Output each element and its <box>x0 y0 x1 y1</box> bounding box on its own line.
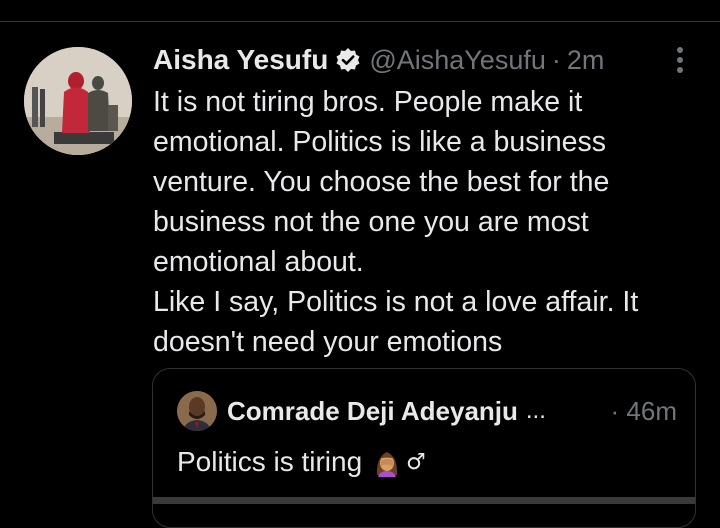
tweet-timestamp[interactable]: 2m <box>567 45 605 76</box>
tweet-text-line: Like I say, Politics is not a love affai… <box>153 286 639 318</box>
quoted-author-ellipsis: ... <box>525 397 546 424</box>
male-sign-glyph: ♂ <box>406 449 426 475</box>
quoted-tweet-text-row: Politics is tiring ♂ <box>177 446 426 478</box>
quoted-tweet-card[interactable]: Comrade Deji Adeyanju ... · 46m Politics… <box>152 368 696 528</box>
quoted-tweet-timestamp[interactable]: · 46m <box>611 396 677 427</box>
more-vertical-icon <box>677 47 683 73</box>
verified-badge-icon <box>335 47 361 73</box>
quoted-author-avatar-image <box>177 391 217 431</box>
author-name[interactable]: Aisha Yesufu <box>153 44 328 76</box>
tweet-text-line: emotional about. <box>153 246 364 278</box>
quoted-author-avatar[interactable] <box>177 391 217 431</box>
author-handle[interactable]: @AishaYesufu <box>369 45 546 76</box>
tweet-text-line: venture. You choose the best for the <box>153 166 610 198</box>
quoted-tweet-header: Comrade Deji Adeyanju ... · 46m <box>227 394 677 428</box>
tweet-text-line: doesn't need your emotions <box>153 326 503 358</box>
quoted-media-preview-edge <box>153 497 695 504</box>
face-palm-emoji-icon <box>372 447 402 477</box>
tweet-text-line: emotional. Politics is like a business <box>153 126 607 158</box>
header-separator: · <box>551 44 561 75</box>
top-divider <box>0 21 720 22</box>
tweet-text-line: business not the one you are most <box>153 206 589 238</box>
quoted-tweet-text: Politics is tiring <box>177 446 363 477</box>
author-avatar[interactable] <box>24 47 132 155</box>
tweet-text: It is not tiring bros. People make it em… <box>153 82 673 362</box>
author-avatar-image <box>24 47 132 155</box>
quoted-author-name[interactable]: Comrade Deji Adeyanju <box>227 396 518 427</box>
tweet-header: Aisha Yesufu @AishaYesufu · 2m <box>153 42 604 78</box>
tweet-text-line: It is not tiring bros. People make it <box>153 86 583 118</box>
more-options-button[interactable] <box>664 44 696 76</box>
